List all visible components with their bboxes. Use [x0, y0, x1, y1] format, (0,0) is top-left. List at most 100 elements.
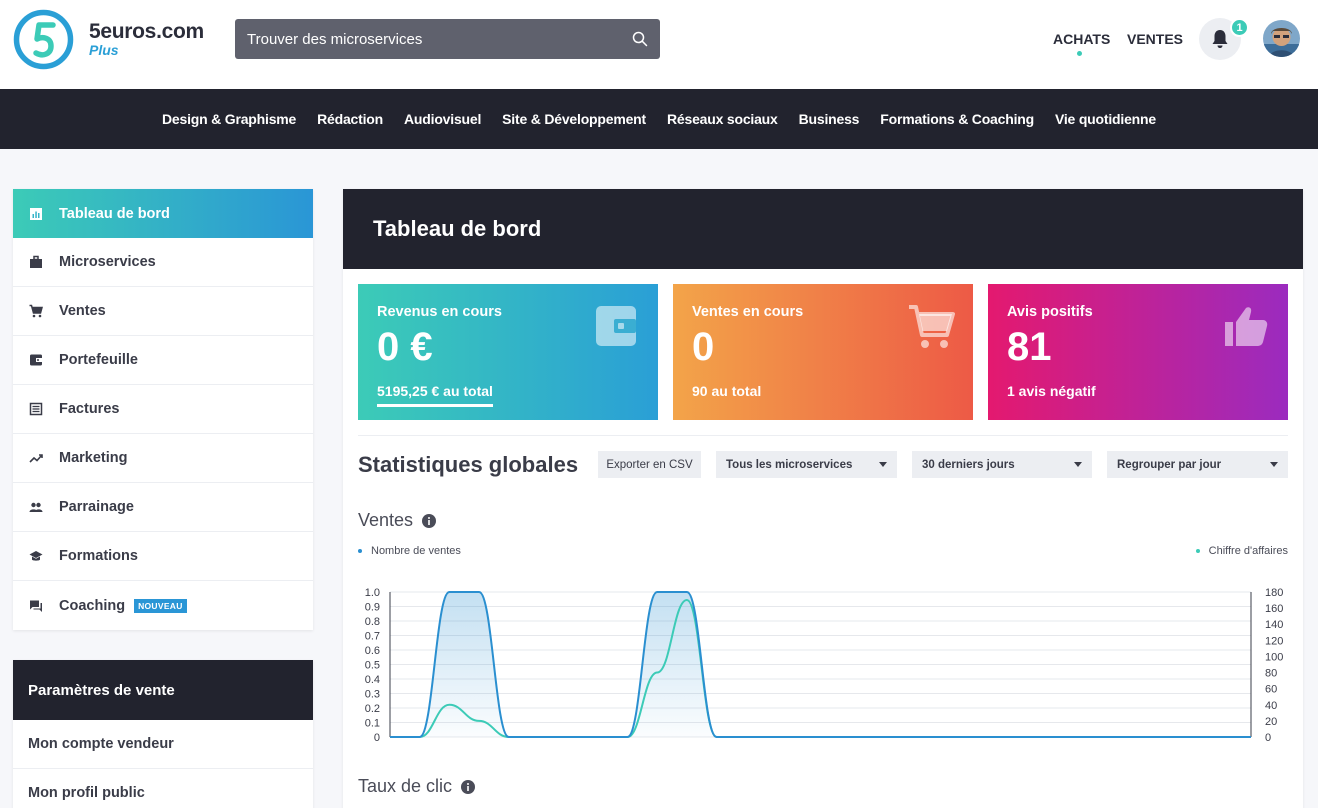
category-redaction[interactable]: Rédaction	[307, 111, 394, 127]
sidebar-item-factures[interactable]: Factures	[13, 385, 313, 434]
export-csv-button[interactable]: Exporter en CSV	[598, 451, 701, 478]
sidebar-nav: Tableau de bord Microservices Ventes Por…	[13, 189, 313, 630]
legend-sales-dot	[358, 549, 362, 553]
category-site-dev[interactable]: Site & Développement	[492, 111, 657, 127]
services-select-value: Tous les microservices	[726, 458, 853, 471]
sidebar-item-marketing[interactable]: Marketing	[13, 434, 313, 483]
search-icon[interactable]	[632, 31, 648, 47]
sidebar-item-label: Factures	[59, 401, 120, 417]
sidebar-item-label: Microservices	[59, 254, 156, 270]
revenue-total-link[interactable]: 5195,25 € au total	[377, 383, 493, 407]
y-left-tick-label: 0.6	[365, 645, 380, 657]
active-indicator	[1077, 51, 1082, 56]
y-left-tick-label: 0.3	[365, 689, 380, 701]
brand[interactable]: 5euros.com Plus	[89, 20, 204, 58]
sales-section-label: Ventes	[358, 510, 414, 530]
trending-icon	[29, 454, 43, 463]
y-left-tick-label: 0.7	[365, 631, 380, 643]
sidebar-item-label: Coaching	[59, 597, 126, 614]
sales-params-panel: Paramètres de vente Mon compte vendeur M…	[13, 660, 313, 808]
brand-name: 5euros.com	[89, 20, 204, 43]
reviews-card: Avis positifs 81 1 avis négatif	[988, 284, 1288, 420]
brand-sub: Plus	[89, 42, 119, 58]
group-select-value: Regrouper par jour	[1117, 458, 1222, 471]
sales-card-sub: 90 au total	[692, 383, 762, 399]
category-bar: Design & Graphisme Rédaction Audiovisuel…	[0, 89, 1318, 149]
sidebar-item-portefeuille[interactable]: Portefeuille	[13, 336, 313, 385]
category-vie-quotidienne[interactable]: Vie quotidienne	[1044, 111, 1166, 127]
sales-chart: 1.0 0.9 0.8 0.7 0.6 0.5 0.4 0.3 0.2 0.1 0 180 160 14…	[365, 587, 1284, 744]
sidebar-item-label: Parrainage	[59, 499, 134, 515]
y-right-tick-label: 180	[1265, 587, 1283, 599]
sidebar-item-label: Ventes	[59, 303, 106, 319]
chevron-down-icon	[1074, 462, 1082, 467]
category-formations[interactable]: Formations & Coaching	[870, 111, 1045, 127]
invoice-icon	[29, 402, 43, 416]
y-left-tick-label: 1.0	[365, 587, 380, 599]
nav-ventes[interactable]: VENTES	[1127, 31, 1183, 47]
y-axis-left: 1.0 0.9 0.8 0.7 0.6 0.5 0.4 0.3 0.2 0.1 0	[365, 587, 380, 744]
sidebar-item-label: Tableau de bord	[59, 205, 170, 222]
thumbs-up-icon	[1225, 307, 1268, 346]
sidebar-item-coaching[interactable]: Coaching NOUVEAU	[13, 581, 313, 630]
sidebar-item-microservices[interactable]: Microservices	[13, 238, 313, 287]
notification-badge: 1	[1230, 18, 1249, 37]
y-right-tick-label: 40	[1265, 700, 1277, 712]
chevron-down-icon	[1270, 462, 1278, 467]
period-select[interactable]: 30 derniers jours	[912, 451, 1092, 478]
y-right-tick-label: 140	[1265, 619, 1283, 631]
category-audiovisuel[interactable]: Audiovisuel	[394, 111, 492, 127]
new-badge: NOUVEAU	[134, 598, 187, 613]
category-design[interactable]: Design & Graphisme	[152, 111, 307, 127]
cart-icon	[29, 304, 43, 318]
chart-grid	[389, 591, 1252, 738]
sales-section-title: Ventes	[358, 510, 437, 531]
sidebar-item-parrainage[interactable]: Parrainage	[13, 483, 313, 532]
sidebar-item-ventes[interactable]: Ventes	[13, 287, 313, 336]
search-bar	[235, 19, 660, 59]
graduation-icon	[29, 551, 43, 561]
y-left-tick-label: 0	[374, 732, 380, 744]
y-left-tick-label: 0.9	[365, 602, 380, 614]
revenue-card: Revenus en cours 0 € 5195,25 € au total	[358, 284, 658, 420]
info-icon[interactable]	[461, 779, 476, 794]
group-select[interactable]: Regrouper par jour	[1107, 451, 1288, 478]
sidebar-item-label: Marketing	[59, 450, 128, 466]
info-icon[interactable]	[422, 513, 437, 528]
sales-card: Ventes en cours 0 90 au total	[673, 284, 973, 420]
wallet-icon	[596, 306, 636, 346]
y-right-tick-label: 160	[1265, 603, 1283, 615]
dashboard-panel: Tableau de bord Revenus en cours 0 € 519…	[343, 189, 1303, 808]
chat-icon	[30, 600, 42, 612]
legend-revenue[interactable]: Chiffre d'affaires	[1195, 545, 1288, 557]
y-right-tick-label: 120	[1265, 635, 1283, 647]
sidebar-item-tableau-de-bord[interactable]: Tableau de bord	[13, 189, 313, 238]
nav-achats[interactable]: ACHATS	[1053, 31, 1110, 56]
wallet-icon	[30, 354, 42, 366]
y-right-tick-label: 80	[1265, 668, 1277, 680]
category-business[interactable]: Business	[788, 111, 870, 127]
legend-revenue-dot	[1195, 549, 1200, 553]
y-axis-right: 180 160 140 120 100 80 60 40 20 0	[1265, 587, 1283, 744]
chevron-down-icon	[879, 462, 887, 467]
avatar[interactable]	[1263, 20, 1300, 57]
y-right-tick-label: 100	[1265, 651, 1283, 663]
category-reseaux[interactable]: Réseaux sociaux	[657, 111, 789, 127]
top-header: 5euros.com Plus ACHATS VENTES 1	[0, 0, 1318, 89]
period-select-value: 30 derniers jours	[922, 458, 1015, 471]
click-rate-section-title: Taux de clic	[358, 776, 476, 797]
sidebar-item-formations[interactable]: Formations	[13, 532, 313, 581]
briefcase-icon	[30, 255, 42, 268]
y-right-tick-label: 20	[1265, 716, 1277, 728]
sales-params-item-compte[interactable]: Mon compte vendeur	[13, 720, 313, 769]
search-input[interactable]	[247, 30, 632, 48]
legend-sales[interactable]: Nombre de ventes	[358, 545, 461, 557]
bell-icon	[1212, 30, 1228, 48]
logo-icon[interactable]	[13, 9, 74, 70]
page-title: Tableau de bord	[343, 189, 1303, 269]
services-select[interactable]: Tous les microservices	[716, 451, 897, 478]
reviews-card-sub: 1 avis négatif	[1007, 383, 1096, 399]
y-left-tick-label: 0.4	[365, 674, 380, 686]
sales-params-item-profil[interactable]: Mon profil public	[13, 769, 313, 808]
bar-chart-icon	[30, 207, 42, 220]
